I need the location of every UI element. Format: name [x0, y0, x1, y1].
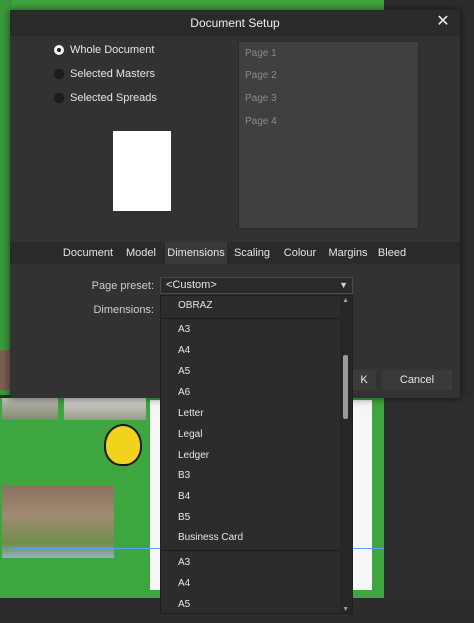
- dialog-titlebar: Document Setup ✕: [10, 10, 460, 36]
- page-preset-value: <Custom>: [166, 279, 217, 291]
- dropdown-scrollbar[interactable]: ▲ ▼: [340, 296, 352, 613]
- settings-tab-bar: Document Model Dimensions Scaling Colour…: [10, 242, 460, 264]
- dropdown-item[interactable]: A3: [161, 320, 341, 340]
- page-preview-thumbnail: [113, 131, 171, 211]
- dropdown-separator: [161, 318, 341, 319]
- radio-whole-document[interactable]: Whole Document: [54, 42, 154, 58]
- dropdown-item[interactable]: B5: [161, 508, 341, 528]
- radio-label: Selected Spreads: [70, 92, 157, 104]
- page-preset-select[interactable]: <Custom> ▼: [160, 277, 353, 294]
- tab-colour[interactable]: Colour: [280, 242, 320, 264]
- tab-document[interactable]: Document: [60, 242, 116, 264]
- radio-button[interactable]: [54, 45, 64, 55]
- radio-button[interactable]: [54, 93, 64, 103]
- radio-label: Whole Document: [70, 44, 155, 56]
- radio-selected-masters[interactable]: Selected Masters: [54, 66, 155, 82]
- scroll-up-icon[interactable]: ▲: [342, 297, 349, 304]
- dropdown-item[interactable]: A5: [161, 362, 341, 382]
- dropdown-item[interactable]: Legal: [161, 425, 341, 445]
- tab-margins[interactable]: Margins: [326, 242, 370, 264]
- page-preset-label: Page preset:: [91, 280, 154, 292]
- radio-selected-spreads[interactable]: Selected Spreads: [54, 90, 157, 106]
- dimensions-label: Dimensions:: [93, 304, 154, 316]
- dropdown-item[interactable]: Business Card: [161, 528, 341, 548]
- tab-scaling[interactable]: Scaling: [231, 242, 273, 264]
- page-list-item[interactable]: Page 2: [245, 70, 277, 81]
- chevron-down-icon: ▼: [339, 280, 348, 290]
- tab-model[interactable]: Model: [120, 242, 162, 264]
- dropdown-item[interactable]: A5: [161, 595, 341, 613]
- scroll-down-icon[interactable]: ▼: [342, 606, 349, 613]
- dialog-title: Document Setup: [190, 16, 280, 30]
- tab-bleed[interactable]: Bleed: [375, 242, 409, 264]
- radio-button[interactable]: [54, 69, 64, 79]
- page-list-item[interactable]: Page 1: [245, 48, 277, 59]
- tab-dimensions[interactable]: Dimensions: [165, 242, 227, 264]
- canvas-dark-area: [384, 398, 474, 623]
- page-preset-dropdown[interactable]: OBRAZ A3 A4 A5 A6 Letter Legal Ledger B3…: [160, 295, 353, 614]
- dropdown-item[interactable]: Ledger: [161, 446, 341, 466]
- flyer-photo-1: [2, 398, 58, 420]
- page-list-item[interactable]: Page 3: [245, 93, 277, 104]
- cancel-button[interactable]: Cancel: [382, 370, 452, 390]
- scrollbar-thumb[interactable]: [343, 355, 348, 419]
- canvas-green-top: [12, 0, 384, 10]
- close-icon[interactable]: ✕: [434, 13, 452, 31]
- pages-list[interactable]: Page 1 Page 2 Page 3 Page 4: [238, 41, 419, 229]
- dropdown-item[interactable]: A4: [161, 574, 341, 594]
- radio-label: Selected Masters: [70, 68, 155, 80]
- dropdown-item[interactable]: B3: [161, 466, 341, 486]
- dropdown-item[interactable]: A6: [161, 383, 341, 403]
- flyer-logo: [104, 424, 142, 466]
- flyer-photo-2: [64, 398, 146, 420]
- dropdown-item[interactable]: A4: [161, 341, 341, 361]
- ok-button[interactable]: K: [352, 370, 376, 390]
- dropdown-item[interactable]: Letter: [161, 404, 341, 424]
- dropdown-separator: [161, 550, 341, 551]
- dropdown-item[interactable]: B4: [161, 487, 341, 507]
- page-list-item[interactable]: Page 4: [245, 116, 277, 127]
- dropdown-item[interactable]: OBRAZ: [161, 296, 341, 316]
- dropdown-item[interactable]: A3: [161, 553, 341, 573]
